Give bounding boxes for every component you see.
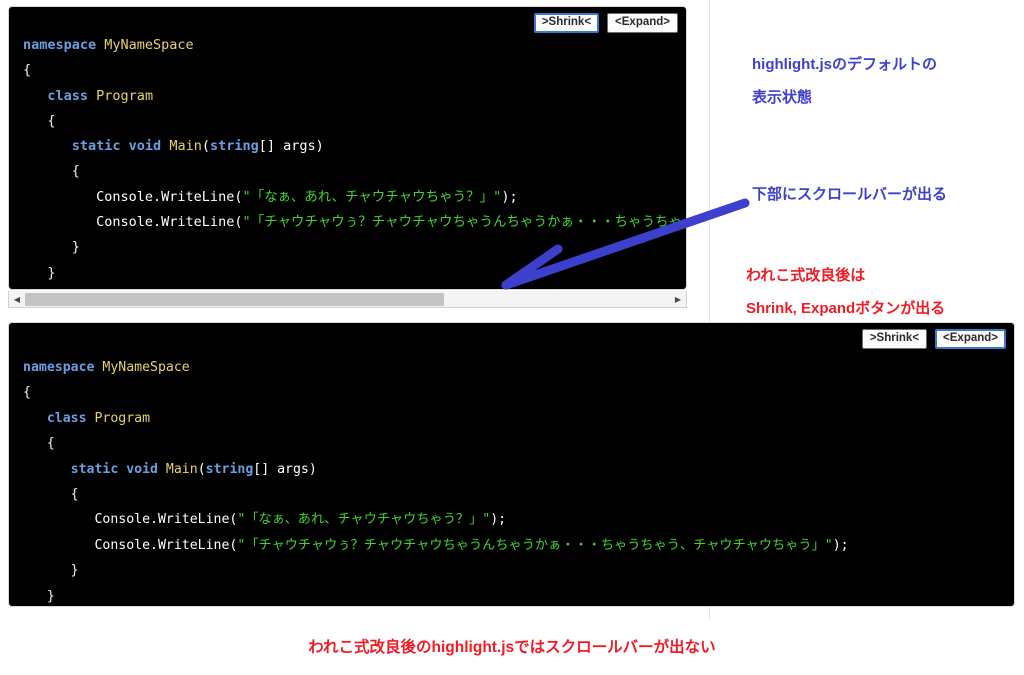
annotation-bottom-caption: われこ式改良後のhighlight.jsではスクロールバーが出ない xyxy=(308,639,716,656)
annotation-wareko-note-line2: Shrink, Expandボタンが出る xyxy=(746,300,946,317)
shrink-button-top[interactable]: >Shrink< xyxy=(533,13,600,33)
expand-button-bottom[interactable]: <Expand> xyxy=(935,329,1006,349)
annotation-default-state: highlight.jsのデフォルトの 表示状態 xyxy=(752,48,937,114)
code-content-bottom: namespace MyNameSpace { class Program { … xyxy=(23,360,849,604)
annotation-default-state-line2: 表示状態 xyxy=(752,89,813,106)
blue-pointer-arrow xyxy=(501,198,750,290)
expand-button-top[interactable]: <Expand> xyxy=(607,13,678,33)
annotation-default-state-line1: highlight.jsのデフォルトの xyxy=(752,56,937,73)
scrollbar-thumb[interactable] xyxy=(25,292,445,306)
shrink-button-bottom[interactable]: >Shrink< xyxy=(861,329,928,349)
code-block-button-row-top: >Shrink< <Expand> xyxy=(533,13,678,33)
annotation-wareko-note: われこ式改良後は Shrink, Expandボタンが出る xyxy=(746,259,945,325)
annotation-scrollbar-note-line1: 下部にスクロールバーが出る xyxy=(752,186,948,203)
wareko-style-improved-code-block: >Shrink< <Expand> namespace MyNameSpace … xyxy=(8,322,1015,607)
annotation-scrollbar-note: 下部にスクロールバーが出る xyxy=(752,178,947,211)
scroll-left-arrow-icon[interactable]: ◀ xyxy=(9,291,25,307)
screenshot-root: >Shrink< <Expand> namespace MyNameSpace … xyxy=(0,0,1024,675)
code-block-button-row-bottom: >Shrink< <Expand> xyxy=(861,329,1006,349)
annotation-wareko-note-line1: われこ式改良後は xyxy=(746,267,866,284)
